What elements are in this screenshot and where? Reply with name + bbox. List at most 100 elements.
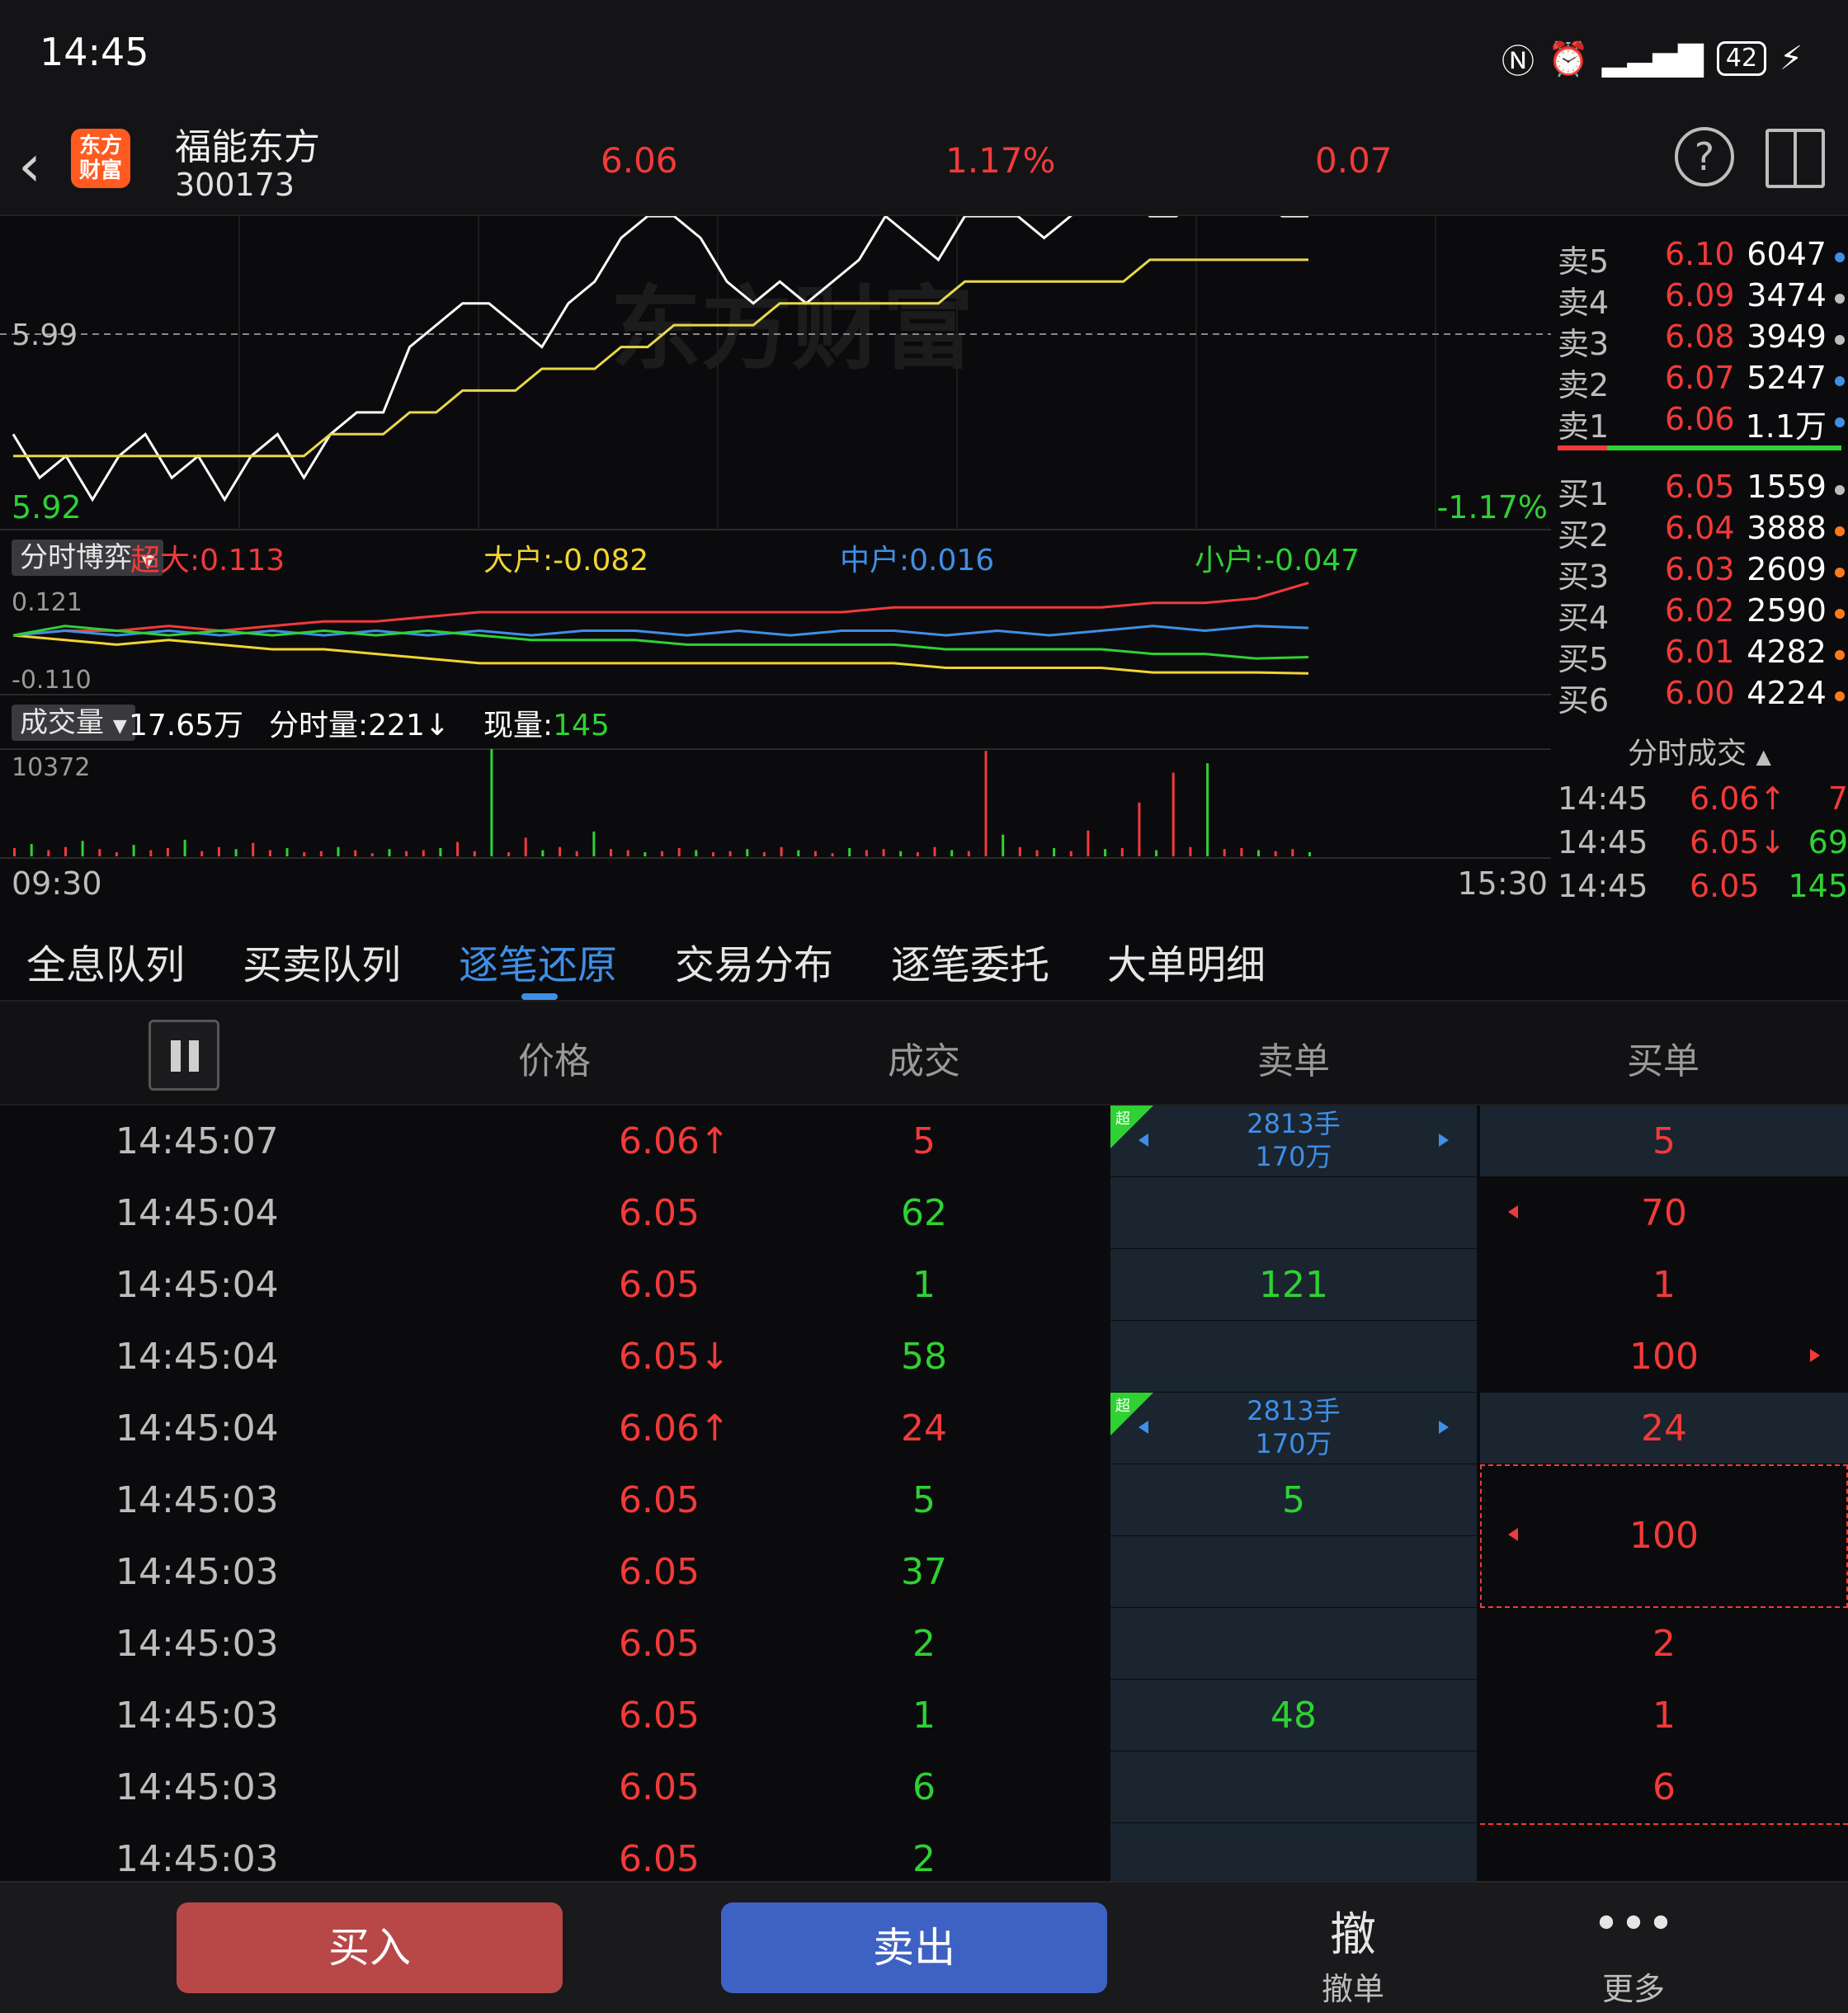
bid-level: 买5 xyxy=(1558,641,1610,677)
tick-table[interactable]: 14:45:07 6.06↑ 5 超 2813手 170万 5 14:45:04 6.05 62 7… xyxy=(0,1106,1848,1881)
fund-flow-tag: 分时博弈 xyxy=(20,541,132,574)
buy-button[interactable]: 买入 xyxy=(177,1902,563,1993)
buy-order-cell[interactable]: 100 xyxy=(1480,1321,1848,1393)
arrow-right-icon[interactable] xyxy=(1810,1349,1820,1362)
volume-bar xyxy=(644,852,647,856)
cancel-order-button[interactable]: 撤单 xyxy=(1270,1964,1436,2009)
arrow-left-icon[interactable] xyxy=(1508,1528,1518,1541)
arrow-right-icon[interactable] xyxy=(1439,1134,1449,1147)
bid-row[interactable]: 买5 6.01 4282 xyxy=(1558,634,1848,677)
tick-volume: 145 xyxy=(1788,868,1848,904)
order-book[interactable]: 卖5 6.10 6047 卖4 6.09 3474 卖3 6.08 3949 卖2 6.07 5247… xyxy=(1551,216,1848,909)
volume-bar xyxy=(762,852,766,856)
help-icon[interactable]: ? xyxy=(1675,127,1734,186)
buy-order-cell[interactable]: 1 xyxy=(1480,1680,1848,1751)
fund-line-0 xyxy=(12,582,1309,637)
tab-trade-distribution[interactable]: 交易分布 xyxy=(675,932,833,990)
large-order-summary[interactable]: 2813手 170万 xyxy=(1110,1394,1477,1460)
volume-bar xyxy=(916,852,919,856)
sell-order-cell[interactable] xyxy=(1110,1751,1477,1823)
volume-selector[interactable]: 成交量 ▼ xyxy=(12,705,135,741)
layout-toggle-icon[interactable] xyxy=(1766,129,1825,188)
sell-order-cell[interactable]: 超 2813手 170万 xyxy=(1110,1106,1477,1177)
sell-order-cell[interactable]: 121 xyxy=(1110,1249,1477,1321)
table-row[interactable]: 14:45:04 6.05 62 70 xyxy=(0,1177,1848,1249)
volume-total: 17.65万 xyxy=(129,709,244,742)
sell-order-cell[interactable] xyxy=(1110,1536,1477,1608)
buy-order-cell[interactable]: 1 xyxy=(1480,1249,1848,1321)
buy-order-cell[interactable]: 70 xyxy=(1480,1177,1848,1249)
ask-level: 卖3 xyxy=(1558,326,1610,362)
sell-order-cell[interactable]: 5 xyxy=(1110,1464,1477,1536)
ask-row[interactable]: 卖2 6.07 5247 xyxy=(1558,360,1848,403)
bid-row[interactable]: 买1 6.05 1559 xyxy=(1558,469,1848,512)
more-button[interactable]: 更多 xyxy=(1551,1964,1716,2009)
table-row[interactable]: 14:45:03 6.05 1 48 1 xyxy=(0,1680,1848,1751)
buy-order-cell[interactable]: 24 xyxy=(1480,1393,1848,1464)
tab-full-queue[interactable]: 全息队列 xyxy=(26,932,185,990)
sell-order-volume: 48 xyxy=(1270,1695,1317,1737)
pause-button[interactable] xyxy=(148,1020,219,1091)
fund-flow-series xyxy=(12,582,1309,675)
arrow-right-icon[interactable] xyxy=(1439,1421,1449,1434)
arrow-left-icon[interactable] xyxy=(1508,1205,1518,1219)
arrow-left-icon[interactable] xyxy=(1138,1134,1148,1147)
time-end-label: 15:30 xyxy=(1457,865,1548,902)
table-row[interactable]: 14:45:03 6.05 2 xyxy=(0,1823,1848,1881)
active-tab-indicator xyxy=(521,993,558,1000)
table-row[interactable]: 14:45:03 6.05 37 100 xyxy=(0,1515,1848,1608)
sell-order-cell[interactable] xyxy=(1110,1177,1477,1249)
row-time: 14:45:04 xyxy=(116,1264,279,1306)
volume-current-value: 145 xyxy=(553,709,610,742)
volume-bar xyxy=(1257,850,1260,856)
signal-icon: ▂▃▅▇ xyxy=(1601,40,1704,78)
volume-bar xyxy=(370,853,374,856)
ask-row[interactable]: 卖1 6.06 1.1万 xyxy=(1558,401,1848,445)
table-row[interactable]: 14:45:03 6.05 2 2 xyxy=(0,1608,1848,1680)
table-row[interactable]: 14:45:04 6.05↓ 58 100 xyxy=(0,1321,1848,1393)
bid-row[interactable]: 买6 6.00 4224 xyxy=(1558,675,1848,719)
sell-order-cell[interactable]: 超 2813手 170万 xyxy=(1110,1393,1477,1464)
cancel-order-icon[interactable]: 撤 xyxy=(1270,1898,1436,1964)
bid-row[interactable]: 买4 6.02 2590 xyxy=(1558,592,1848,636)
bid-row[interactable]: 买3 6.03 2609 xyxy=(1558,551,1848,595)
buy-order-cell[interactable]: 2 xyxy=(1480,1608,1848,1680)
tab-large-orders[interactable]: 大单明细 xyxy=(1107,932,1266,990)
tab-tick-restore[interactable]: 逐笔还原 xyxy=(459,932,617,990)
table-row[interactable]: 14:45:03 6.05 6 6 xyxy=(0,1751,1848,1823)
logo-text-top: 东方 xyxy=(78,134,122,158)
bid-row[interactable]: 买2 6.04 3888 xyxy=(1558,510,1848,554)
table-row[interactable]: 14:45:04 6.05 1 121 1 xyxy=(0,1249,1848,1321)
buy-order-cell[interactable]: 5 xyxy=(1480,1106,1848,1177)
row-price: 6.06↑ xyxy=(619,1120,730,1162)
buy-order-cell[interactable] xyxy=(1480,1823,1848,1881)
tab-bid-ask-queue[interactable]: 买卖队列 xyxy=(243,932,401,990)
sell-button[interactable]: 卖出 xyxy=(721,1902,1107,1993)
tick-time: 14:45 xyxy=(1558,824,1648,860)
ask-row[interactable]: 卖5 6.10 6047 xyxy=(1558,236,1848,280)
sell-order-cell[interactable] xyxy=(1110,1321,1477,1393)
sell-order-cell[interactable] xyxy=(1110,1608,1477,1680)
tab-tick-orders[interactable]: 逐笔委托 xyxy=(891,932,1049,990)
sell-order-cell[interactable]: 48 xyxy=(1110,1680,1477,1751)
ticks-title[interactable]: 分时成交 ▲ xyxy=(1551,729,1848,772)
buy-order-cell[interactable]: 6 xyxy=(1480,1751,1848,1823)
volume-bar xyxy=(1002,834,1005,856)
table-row[interactable]: 14:45:07 6.06↑ 5 超 2813手 170万 5 xyxy=(0,1106,1848,1177)
back-icon[interactable]: ‹ xyxy=(18,132,41,200)
stock-name[interactable]: 福能东方 xyxy=(175,117,320,170)
intraday-chart-area[interactable]: 东方财富 5.99 5.92 -1.17% 0.121 -0.110 10372… xyxy=(0,193,1551,909)
arrow-left-icon[interactable] xyxy=(1138,1421,1148,1434)
row-price: 6.05 xyxy=(619,1264,700,1306)
table-row[interactable]: 14:45:04 6.06↑ 24 超 2813手 170万 24 xyxy=(0,1393,1848,1464)
volume-bar xyxy=(933,846,936,856)
large-order-summary[interactable]: 2813手 170万 xyxy=(1110,1107,1477,1173)
ask-row[interactable]: 卖3 6.08 3949 xyxy=(1558,318,1848,362)
ask-bid-divider-red xyxy=(1558,446,1607,450)
more-icon[interactable]: ••• xyxy=(1551,1898,1716,1951)
large-order-lots: 2813手 xyxy=(1247,1395,1341,1426)
ask-row[interactable]: 卖4 6.09 3474 xyxy=(1558,277,1848,321)
sell-order-cell[interactable] xyxy=(1110,1823,1477,1881)
buy-order-cell[interactable]: 100 xyxy=(1480,1500,1848,1572)
ask-bid-divider-green xyxy=(1607,446,1841,450)
